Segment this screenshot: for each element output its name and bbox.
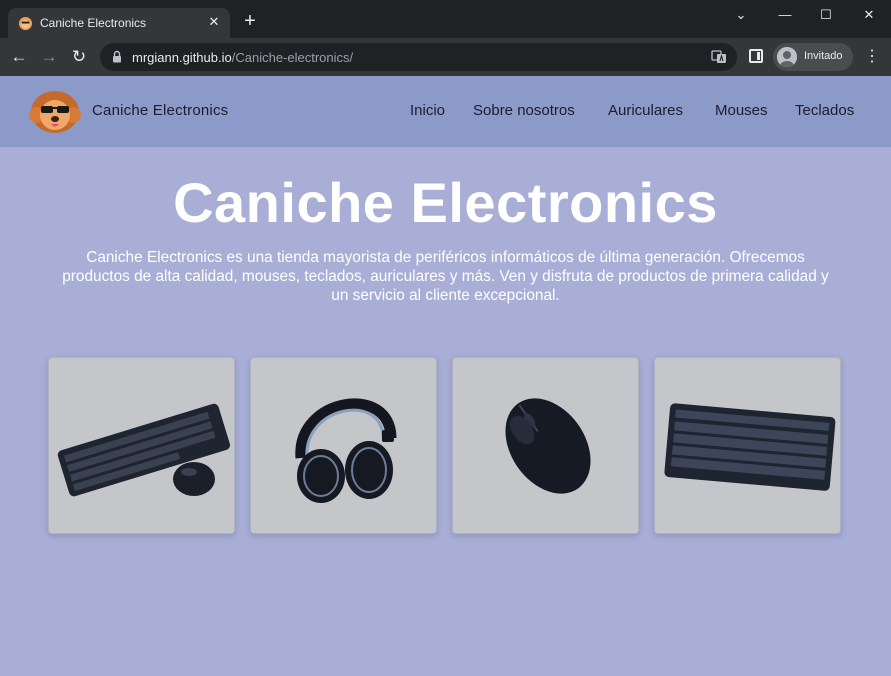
translate-icon[interactable] — [711, 49, 727, 65]
back-arrow-icon[interactable]: ← — [8, 46, 30, 68]
nav-link-auriculares[interactable]: Auriculares — [608, 102, 683, 119]
nav-link-sobre-nosotros[interactable]: Sobre nosotros — [473, 102, 575, 119]
kebab-menu-icon[interactable]: ⋮ — [862, 47, 882, 67]
site-header: Caniche Electronics Inicio Sobre nosotro… — [0, 76, 891, 147]
keyboard-icon — [664, 403, 836, 491]
guest-avatar-icon — [777, 47, 797, 67]
browser-tab-strip: Caniche Electronics ✕ + ⌄ — ☐ ✕ — [0, 0, 891, 38]
new-tab-icon[interactable]: + — [240, 11, 260, 31]
profile-label: Invitado — [804, 50, 843, 62]
tab-close-icon[interactable]: ✕ — [206, 14, 222, 30]
url-path: /Caniche-electronics/ — [231, 50, 354, 65]
url-host: mrgiann.github.io — [132, 50, 232, 65]
hero-description: Caniche Electronics es una tienda mayori… — [62, 249, 829, 304]
keyboard-and-mouse-icon — [57, 403, 231, 497]
profile-button[interactable]: Invitado — [773, 43, 853, 71]
url-text[interactable]: mrgiann.github.io/Caniche-electronics/ — [132, 50, 353, 65]
nav-link-inicio[interactable]: Inicio — [410, 102, 445, 119]
reload-icon[interactable]: ↻ — [68, 46, 90, 68]
mouse-icon — [505, 398, 591, 494]
forward-arrow-icon[interactable]: → — [38, 46, 60, 68]
product-card-keyboard-mouse[interactable] — [48, 357, 235, 534]
poodle-favicon-icon — [18, 16, 33, 31]
tab-title: Caniche Electronics — [40, 16, 147, 30]
maximize-icon[interactable]: ☐ — [812, 4, 840, 26]
brand-name[interactable]: Caniche Electronics — [92, 102, 228, 119]
minimize-icon[interactable]: — — [771, 4, 799, 26]
browser-tab[interactable]: Caniche Electronics ✕ — [8, 8, 230, 38]
product-card-keyboard[interactable] — [654, 357, 841, 534]
nav-link-mouses[interactable]: Mouses — [715, 102, 768, 119]
browser-toolbar: ← → ↻ mrgiann.github.io/Caniche-electron… — [0, 38, 891, 76]
tab-search-icon[interactable]: ⌄ — [727, 4, 755, 26]
product-card-mouse[interactable] — [452, 357, 639, 534]
nav-link-teclados[interactable]: Teclados — [795, 102, 854, 119]
lock-icon[interactable] — [112, 50, 122, 63]
hero-title: Caniche Electronics — [173, 171, 718, 234]
window-close-icon[interactable]: ✕ — [855, 4, 883, 26]
headphones-icon — [295, 398, 397, 503]
poodle-logo-icon[interactable] — [29, 88, 81, 134]
side-panel-icon[interactable] — [749, 49, 763, 63]
address-bar[interactable]: mrgiann.github.io/Caniche-electronics/ — [100, 43, 737, 71]
product-card-headphones[interactable] — [250, 357, 437, 534]
